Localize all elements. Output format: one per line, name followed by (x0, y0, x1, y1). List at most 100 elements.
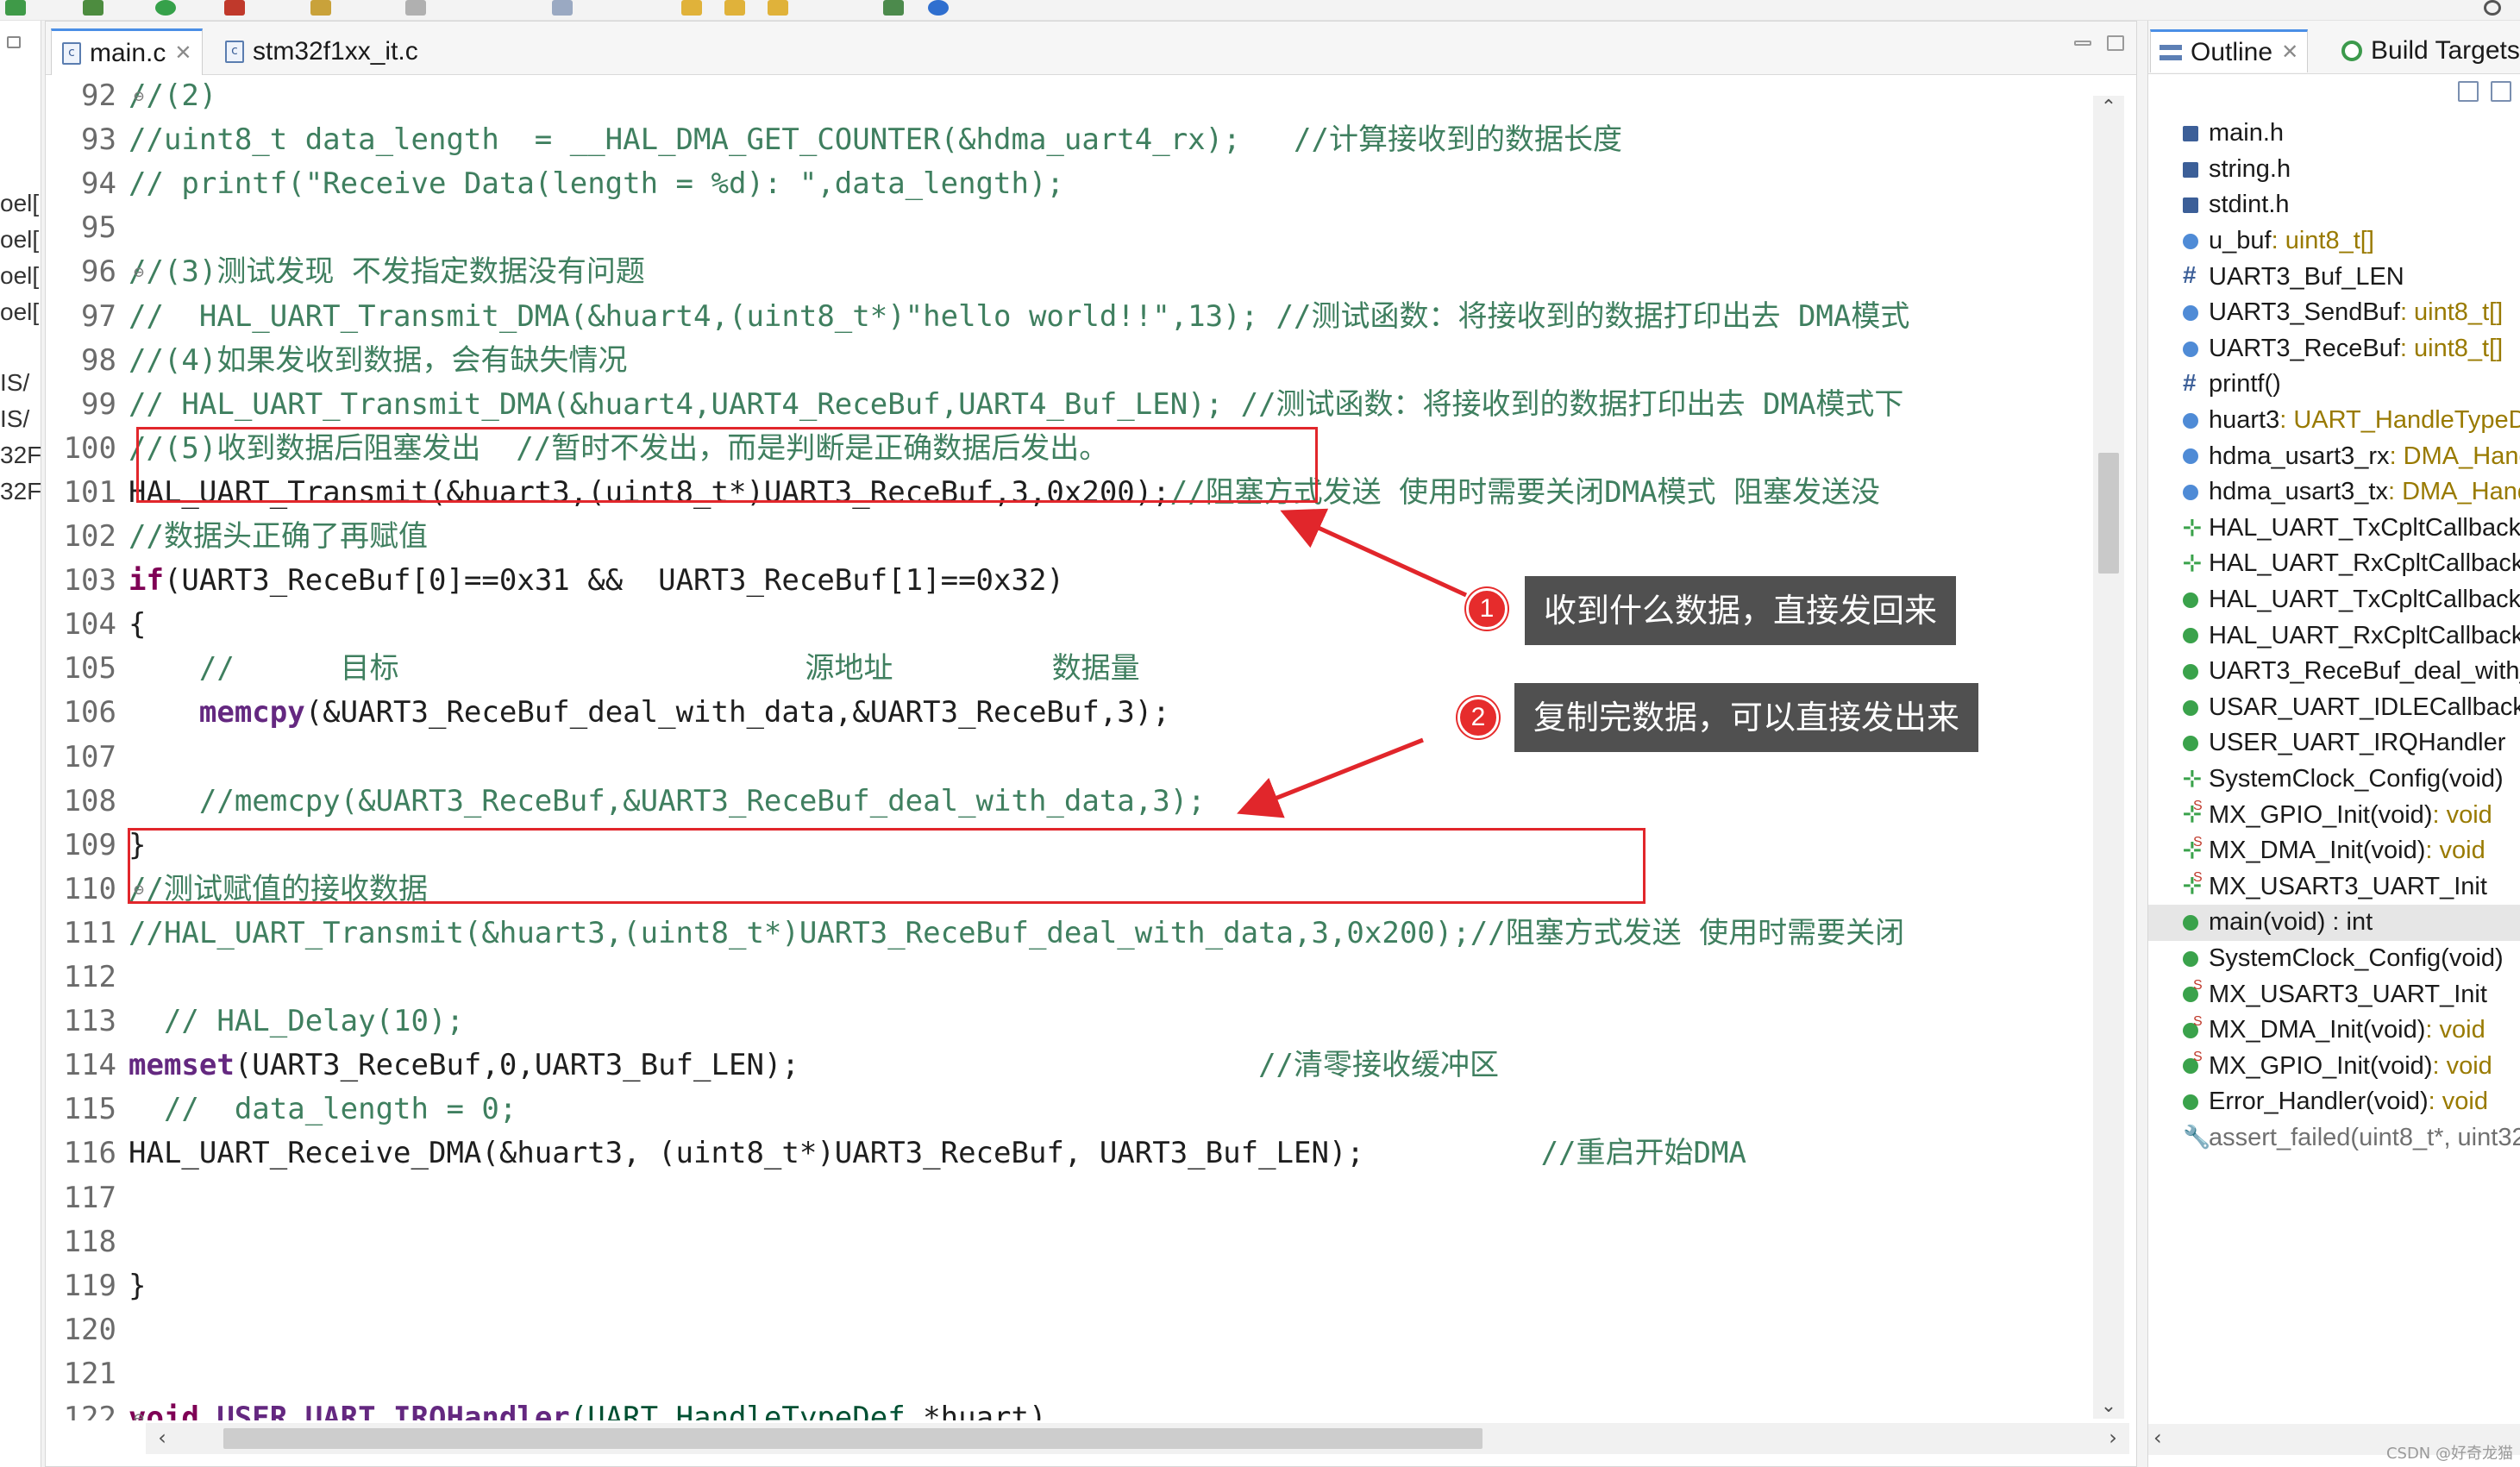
nav-next-icon[interactable] (768, 0, 788, 16)
fold-toggle-icon[interactable]: ⊖ (134, 868, 144, 910)
outline-item[interactable]: S MX_USART3_UART_Init (2148, 976, 2520, 1012)
scroll-thumb[interactable] (223, 1428, 1483, 1449)
outline-item-type: : void (2428, 1088, 2488, 1116)
horizontal-scrollbar[interactable]: ‹ › (146, 1423, 2129, 1454)
code-line[interactable]: 102 //数据头正确了再赋值 (46, 516, 2090, 557)
outline-tree: main.h string.h stdint.h u_buf : uint8_t[] #… (2148, 116, 2520, 1156)
code-line[interactable]: 117 (46, 1177, 2090, 1219)
code-line[interactable]: 101 HAL_UART_Transmit(&huart3,(uint8_t*)U… (46, 472, 2090, 513)
code-line[interactable]: 93 //uint8_t data_length = __HAL_DMA_GET_… (46, 119, 2090, 160)
outline-item[interactable]: UART3_ReceBuf : uint8_t[] (2148, 331, 2520, 367)
fold-toggle-icon[interactable]: ⊖ (134, 1397, 144, 1420)
scroll-right-icon[interactable]: › (2100, 1425, 2126, 1451)
run-icon[interactable] (155, 0, 176, 16)
collapse-all-icon[interactable] (2458, 81, 2479, 102)
tool-icon[interactable] (310, 0, 331, 16)
edit-icon[interactable] (405, 0, 426, 16)
code-line[interactable]: 110 ⊖//测试赋值的接收数据 (46, 868, 2090, 910)
outline-item[interactable]: ⊹ HAL_UART_TxCpltCallback (2148, 511, 2520, 547)
outline-item[interactable]: ⊹ SystemClock_Config(void) (2148, 762, 2520, 798)
outline-item[interactable]: string.h (2148, 152, 2520, 188)
code-line[interactable]: 99 // HAL_UART_Transmit_DMA(&huart4,UART4… (46, 384, 2090, 425)
outline-item[interactable]: USER_UART_IRQHandler (2148, 725, 2520, 762)
search-icon[interactable] (2484, 0, 2501, 16)
code-line[interactable]: 121 (46, 1353, 2090, 1395)
outline-item[interactable]: huart3 : UART_HandleTypeDef (2148, 403, 2520, 439)
scroll-left-icon[interactable]: ‹ (2153, 1426, 2162, 1450)
minimize-icon[interactable] (7, 36, 21, 48)
scroll-thumb[interactable] (2098, 453, 2119, 574)
vertical-scrollbar[interactable]: ⌃ ⌄ (2093, 96, 2124, 1419)
code-line[interactable]: 95 (46, 207, 2090, 248)
code-line[interactable]: 98 //(4)如果发收到数据，会有缺失情况 (46, 340, 2090, 381)
tab-outline[interactable]: Outline ✕ (2150, 29, 2309, 72)
code-line[interactable]: 118 (46, 1221, 2090, 1263)
scroll-left-icon[interactable]: ‹ (149, 1425, 175, 1451)
tab-stm32f1xx-it-c[interactable]: c stm32f1xx_it.c (215, 28, 429, 75)
code-function: USER_UART_IRQHandler (198, 1401, 570, 1420)
close-icon[interactable]: ✕ (174, 41, 191, 66)
outline-item[interactable]: ⊹ S MX_GPIO_Init(void) : void (2148, 797, 2520, 833)
outline-item[interactable]: main(void) : int (2148, 905, 2520, 941)
code-line[interactable]: 94 // printf("Receive Data(length = %d): … (46, 163, 2090, 204)
code-line[interactable]: 108 //memcpy(&UART3_ReceBuf,&UART3_ReceB… (46, 781, 2090, 822)
outline-item[interactable]: 🔧assert_failed(uint8_t*, uint32_t) (2148, 1120, 2520, 1157)
outline-item[interactable]: HAL_UART_RxCpltCallback (2148, 618, 2520, 654)
code-line[interactable]: 114 memset(UART3_ReceBuf,0,UART3_Buf_LEN)… (46, 1044, 2090, 1086)
outline-item[interactable]: SystemClock_Config(void) (2148, 941, 2520, 977)
fold-toggle-icon[interactable]: ⊖ (134, 251, 144, 292)
info-icon[interactable] (928, 0, 949, 16)
sort-icon[interactable] (2491, 81, 2511, 102)
code-line[interactable]: 97 // HAL_UART_Transmit_DMA(&huart4,(uint… (46, 296, 2090, 337)
tab-build-targets[interactable]: Build Targets (2333, 29, 2520, 72)
outline-item[interactable]: Error_Handler(void) : void (2148, 1084, 2520, 1120)
code-line[interactable]: 109} (46, 824, 2090, 866)
macro-icon: # (2183, 369, 2197, 397)
search-toolbar-icon[interactable] (552, 0, 573, 16)
nav-back-icon[interactable] (681, 0, 702, 16)
code-line[interactable]: 92 ⊖//(2) (46, 75, 2090, 116)
code-line[interactable]: 113 // HAL_Delay(10); (46, 1000, 2090, 1042)
fold-toggle-icon[interactable]: ⊖ (134, 75, 144, 116)
outline-item[interactable]: UART3_ReceBuf_deal_with_data (2148, 654, 2520, 690)
nav-forward-icon[interactable] (724, 0, 745, 16)
code-line[interactable]: 115 // data_length = 0; (46, 1088, 2090, 1130)
outline-item[interactable]: UART3_SendBuf : uint8_t[] (2148, 295, 2520, 331)
outline-item[interactable]: S MX_DMA_Init(void) : void (2148, 1012, 2520, 1049)
outline-item[interactable]: u_buf : uint8_t[] (2148, 223, 2520, 260)
code-line[interactable]: 96 ⊖//(3)测试发现 不发指定数据没有问题 (46, 251, 2090, 292)
outline-item[interactable]: ⊹ S MX_USART3_UART_Init (2148, 868, 2520, 905)
outline-item-type: : void (2425, 837, 2486, 865)
outline-item[interactable]: S MX_GPIO_Init(void) : void (2148, 1048, 2520, 1084)
wrench-icon: 🔧 (2183, 1123, 2211, 1150)
code-line[interactable]: 122 ⊖ void USER_UART_IRQHandler(UART_Handl… (46, 1397, 2090, 1420)
tab-main-c[interactable]: c main.c ✕ (51, 28, 204, 75)
outline-item[interactable]: USAR_UART_IDLECallback (2148, 690, 2520, 726)
outline-item[interactable]: # printf() (2148, 367, 2520, 403)
open-perspective-icon[interactable] (883, 0, 904, 16)
maximize-icon[interactable] (2107, 35, 2124, 51)
code-line[interactable]: 116 HAL_UART_Receive_DMA(&huart3, (uint8_… (46, 1132, 2090, 1174)
outline-item[interactable]: HAL_UART_TxCpltCallback (2148, 582, 2520, 618)
code-line[interactable]: 120 (46, 1309, 2090, 1351)
code-line[interactable]: 119} (46, 1265, 2090, 1307)
outline-item[interactable]: hdma_usart3_tx : DMA_HandleTypeDef (2148, 474, 2520, 511)
build-icon[interactable] (83, 0, 103, 16)
outline-item[interactable]: ⊹ S MX_DMA_Init(void) : void (2148, 833, 2520, 869)
outline-item[interactable]: main.h (2148, 116, 2520, 152)
scroll-down-icon[interactable]: ⌄ (2097, 1395, 2121, 1419)
outline-item[interactable]: # UART3_Buf_LEN (2148, 259, 2520, 295)
function-declaration-icon: ⊹ (2183, 549, 2202, 576)
outline-item[interactable]: ⊹ HAL_UART_RxCpltCallback (2148, 546, 2520, 582)
close-icon[interactable]: ✕ (2281, 40, 2298, 65)
code-line[interactable]: 112 (46, 956, 2090, 998)
new-icon[interactable] (5, 0, 26, 16)
code-line[interactable]: 111 //HAL_UART_Transmit(&huart3,(uint8_t*… (46, 912, 2090, 954)
debug-icon[interactable] (224, 0, 245, 16)
outline-item[interactable]: stdint.h (2148, 187, 2520, 223)
minimize-icon[interactable] (2074, 41, 2091, 46)
code-line[interactable]: 100 //(5)收到数据后阻塞发出 //暂时不发出，而是判断是正确数据后发出。 (46, 428, 2090, 469)
scroll-up-icon[interactable]: ⌃ (2097, 96, 2121, 120)
tab-label: main.c (90, 38, 166, 67)
outline-item[interactable]: hdma_usart3_rx : DMA_HandleTypeDef (2148, 438, 2520, 474)
